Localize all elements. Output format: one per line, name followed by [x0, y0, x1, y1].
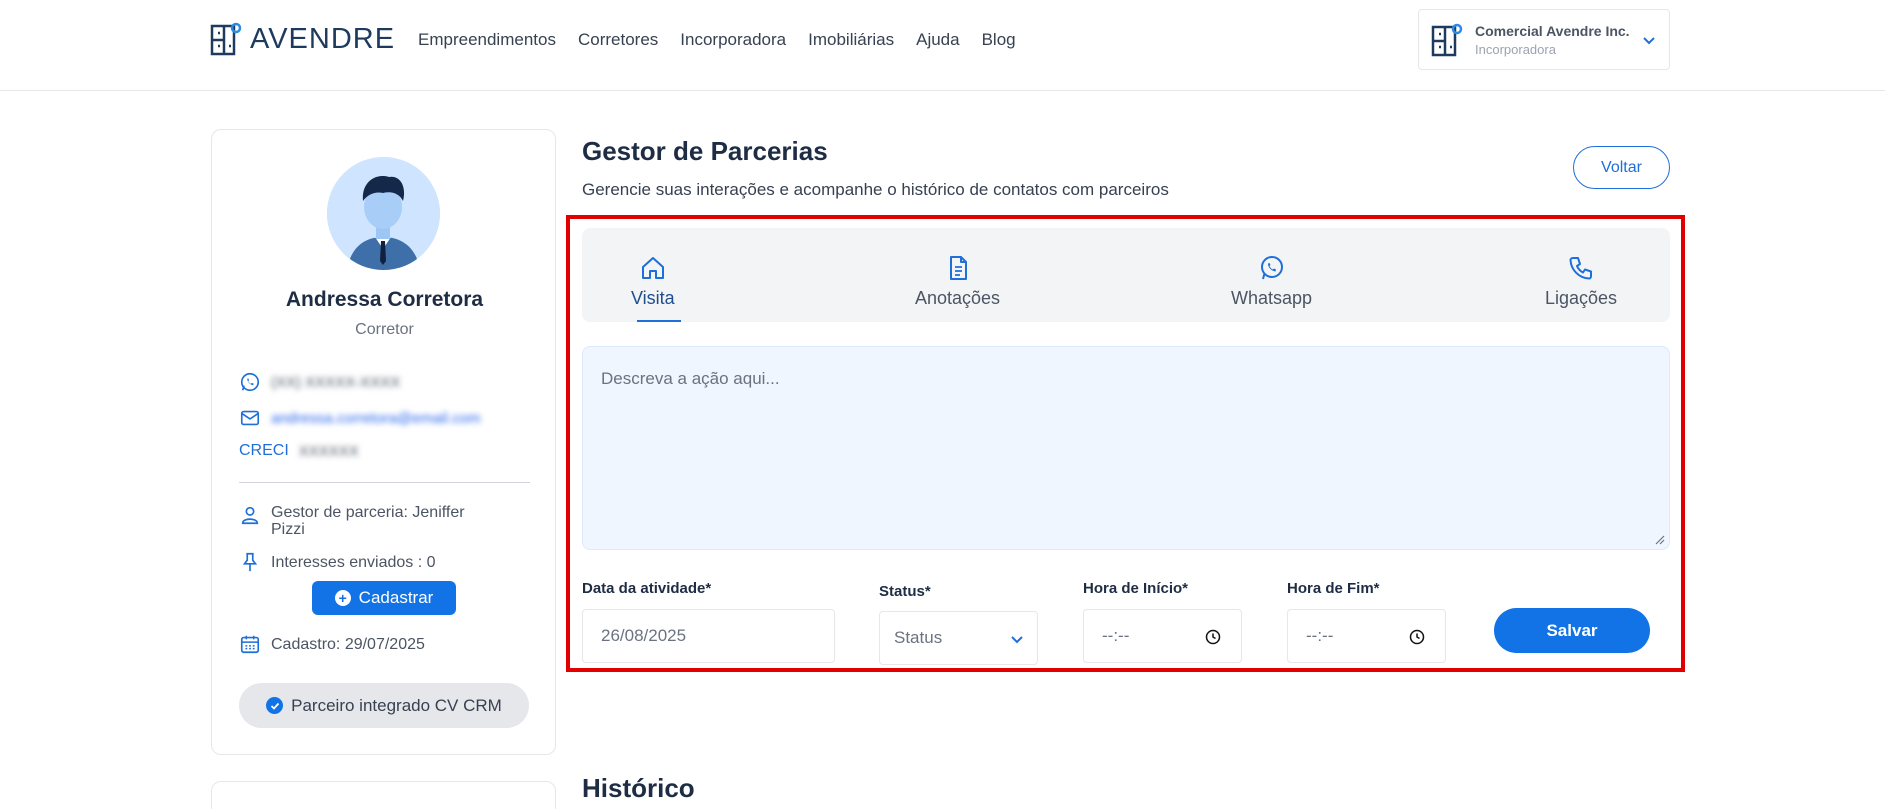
user-avatar-icon — [327, 157, 440, 270]
creci-value: XXXXXX — [298, 442, 359, 460]
status-label: Status* — [879, 583, 931, 600]
broker-email[interactable]: andressa.corretora@email.com — [271, 410, 480, 427]
nav-blog[interactable]: Blog — [982, 30, 1016, 50]
broker-role: Corretor — [355, 321, 414, 338]
tab-whatsapp-label: Whatsapp — [1231, 288, 1313, 308]
chevron-down-icon — [1011, 636, 1023, 644]
clock-icon[interactable] — [1409, 629, 1425, 645]
divider — [239, 482, 530, 483]
history-title: Histórico — [582, 773, 695, 803]
start-time-label: Hora de Início* — [1083, 580, 1189, 597]
logo-text: AVENDRE — [250, 22, 396, 55]
building-logo-icon — [210, 22, 242, 56]
partner-manager-row: Gestor de parceria: Jeniffer Pizzi — [239, 504, 499, 538]
chevron-down-icon — [1643, 37, 1655, 45]
register-button-label: Cadastrar — [358, 588, 434, 607]
crm-integration-badge: Parceiro integrado CV CRM — [239, 683, 529, 728]
tab-ligacoes[interactable]: Ligações — [1545, 254, 1617, 309]
active-tab-indicator — [637, 320, 681, 322]
creci-label: CRECI — [239, 442, 289, 459]
top-navigation-bar: AVENDRE Empreendimentos Corretores Incor… — [0, 0, 1885, 91]
description-placeholder: Descreva a ação aqui... — [601, 369, 780, 388]
calendar-icon — [240, 635, 260, 654]
account-switcher[interactable]: Comercial Avendre Inc. Incorporadora — [1418, 9, 1670, 70]
tab-ligacoes-label: Ligações — [1545, 288, 1618, 308]
tab-visita-label: Visita — [631, 288, 675, 308]
email-row: andressa.corretora@email.com — [239, 407, 480, 429]
date-value: 26/08/2025 — [601, 626, 687, 645]
registered-row: Cadastro: 29/07/2025 — [239, 633, 425, 655]
tab-whatsapp[interactable]: Whatsapp — [1231, 254, 1312, 309]
crm-badge-label: Parceiro integrado CV CRM — [291, 695, 502, 715]
end-time-label: Hora de Fim* — [1287, 580, 1380, 597]
end-time-input[interactable]: --:-- — [1287, 609, 1446, 663]
whatsapp-icon — [1260, 256, 1283, 280]
nav-incorporadora[interactable]: Incorporadora — [680, 30, 786, 50]
start-time-value: --:-- — [1102, 626, 1130, 645]
date-input[interactable]: 26/08/2025 — [582, 609, 835, 663]
tab-visita[interactable]: Visita — [631, 254, 675, 309]
interests-row: Interesses enviados : 0 — [239, 551, 436, 573]
pin-icon — [242, 552, 258, 572]
phone-row: (XX) XXXXX-XXXX — [239, 371, 400, 393]
secondary-card — [211, 781, 556, 809]
end-time-value: --:-- — [1306, 626, 1334, 645]
account-role: Incorporadora — [1475, 41, 1556, 57]
nav-ajuda[interactable]: Ajuda — [916, 30, 959, 50]
main-nav: Empreendimentos Corretores Incorporadora… — [418, 30, 1016, 50]
partner-manager: Gestor de parceria: Jeniffer Pizzi — [271, 504, 465, 538]
nav-imobiliarias[interactable]: Imobiliárias — [808, 30, 894, 50]
interests-sent: Interesses enviados : 0 — [271, 553, 436, 571]
tab-anotacoes-label: Anotações — [915, 288, 1001, 308]
date-label: Data da atividade* — [582, 580, 712, 597]
registered-date: Cadastro: 29/07/2025 — [271, 635, 425, 653]
page-title: Gestor de Parcerias — [582, 136, 828, 166]
account-name: Comercial Avendre Inc. — [1475, 22, 1630, 39]
save-button[interactable]: Salvar — [1494, 608, 1650, 653]
check-circle-icon — [266, 697, 284, 714]
page-subtitle: Gerencie suas interações e acompanhe o h… — [582, 180, 1169, 199]
status-select[interactable]: Status — [879, 611, 1038, 665]
broker-name: Andressa Corretora — [285, 288, 484, 311]
nav-empreendimentos[interactable]: Empreendimentos — [418, 30, 556, 50]
plus-circle-icon: + — [334, 590, 351, 606]
back-button[interactable]: Voltar — [1573, 146, 1670, 189]
home-icon — [641, 257, 664, 279]
avatar — [327, 157, 440, 270]
mail-icon — [240, 410, 260, 426]
creci-row: CRECI XXXXXX — [239, 442, 359, 460]
user-icon — [241, 506, 259, 525]
document-icon — [949, 256, 967, 280]
tab-anotacoes[interactable]: Anotações — [915, 254, 1000, 309]
start-time-input[interactable]: --:-- — [1083, 609, 1242, 663]
status-value: Status — [894, 628, 943, 647]
action-description-textarea[interactable]: Descreva a ação aqui... — [582, 346, 1670, 550]
broker-phone: (XX) XXXXX-XXXX — [271, 373, 401, 391]
interaction-tabs: Visita Anotações Whatsapp Ligações — [582, 228, 1670, 322]
avendre-logo[interactable]: AVENDRE — [210, 22, 395, 56]
whatsapp-icon — [240, 372, 260, 392]
phone-icon — [1569, 257, 1593, 280]
register-interest-button[interactable]: + Cadastrar — [312, 581, 456, 615]
nav-corretores[interactable]: Corretores — [578, 30, 658, 50]
clock-icon[interactable] — [1205, 629, 1221, 645]
building-icon — [1431, 23, 1463, 56]
broker-profile-card: Andressa Corretora Corretor (XX) XXXXX-X… — [211, 129, 556, 755]
resize-handle-icon[interactable] — [1655, 535, 1665, 545]
